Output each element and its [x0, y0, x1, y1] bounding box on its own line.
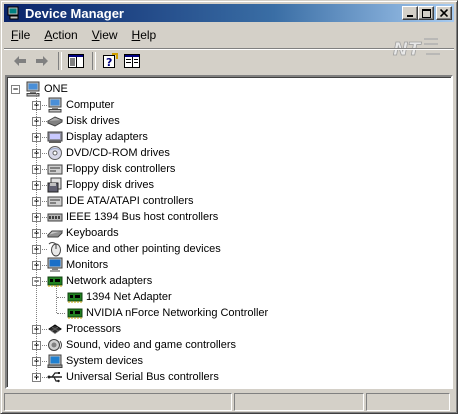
properties-button[interactable] — [122, 51, 142, 71]
tree-item-label: Computer — [66, 99, 115, 111]
tree-item-label: NVIDIA nForce Networking Controller — [86, 307, 269, 319]
forward-arrow-icon — [36, 55, 48, 66]
tree-item-display-adapters[interactable]: Display adapters — [47, 129, 148, 145]
device-tree[interactable]: − ONE + Computer + Disk drives + Display adapte… — [5, 75, 453, 389]
computer-icon — [26, 81, 40, 97]
tree-item-label: IDE ATA/ATAPI controllers — [66, 195, 194, 207]
tree-item-keyboards[interactable]: Keyboards — [47, 225, 119, 241]
tree-item-label: Processors — [66, 323, 122, 335]
floppy-drive-icon — [47, 177, 62, 193]
status-bar — [4, 393, 454, 412]
tree-item-label: Monitors — [66, 259, 109, 271]
controller-icon — [47, 164, 63, 175]
cdrom-icon — [48, 146, 62, 160]
show-hide-tree-button[interactable] — [66, 51, 86, 71]
close-icon — [440, 9, 448, 17]
monitor-icon — [47, 257, 63, 272]
controller-icon — [47, 196, 63, 207]
tree-item-label: Network adapters — [66, 275, 153, 287]
menu-file[interactable]: File — [4, 28, 37, 42]
tree-item-floppy-disk-drives[interactable]: Floppy disk drives — [47, 177, 154, 193]
tree-item-label: IEEE 1394 Bus host controllers — [66, 211, 219, 223]
maximize-icon — [421, 8, 431, 18]
system-icon — [47, 354, 63, 368]
tree-item-ide-ata-atapi-controllers[interactable]: IDE ATA/ATAPI controllers — [47, 193, 194, 209]
device-manager-window: Device Manager FileActionViewHelp NT — [0, 0, 458, 414]
usb-icon — [47, 372, 62, 383]
forward-button[interactable] — [32, 51, 52, 71]
mouse-icon — [48, 242, 61, 257]
network-adapter-icon — [47, 276, 63, 287]
tree-item-nvidia-nforce-networking-controller[interactable]: NVIDIA nForce Networking Controller — [67, 305, 268, 321]
tree-item-disk-drives[interactable]: Disk drives — [47, 113, 120, 129]
tree-item-dvd-cd-rom-drives[interactable]: DVD/CD-ROM drives — [47, 145, 170, 161]
tree-item-processors[interactable]: Processors — [47, 321, 121, 337]
menu-view[interactable]: View — [85, 28, 125, 42]
tree-item-label: 1394 Net Adapter — [86, 291, 172, 303]
tree-item-label: Disk drives — [66, 115, 120, 127]
tree-item-label: ONE — [44, 83, 68, 95]
status-panel-2 — [234, 393, 364, 411]
status-panel-3 — [366, 393, 450, 411]
display-adapter-icon — [47, 131, 63, 143]
network-adapter-icon — [67, 308, 83, 319]
tree-item-root[interactable]: ONE — [25, 81, 68, 97]
minimize-icon — [407, 15, 413, 17]
tree-item-sound-video-and-game-controllers[interactable]: Sound, video and game controllers — [47, 337, 236, 353]
bus-controller-icon — [47, 213, 63, 222]
menu-bar: File Action View Help — [4, 25, 454, 45]
minimize-button[interactable] — [402, 6, 418, 20]
tree-connector-line — [56, 285, 57, 313]
window-title: Device Manager — [25, 5, 124, 21]
menu-help[interactable]: Help — [125, 28, 164, 42]
tree-item-label: Mice and other pointing devices — [66, 243, 221, 255]
svg-text:?: ? — [106, 56, 112, 69]
tree-item-label: Keyboards — [66, 227, 119, 239]
tree-item-label: DVD/CD-ROM drives — [66, 147, 170, 159]
back-arrow-icon — [14, 55, 26, 66]
tree-item-label: Universal Serial Bus controllers — [66, 371, 219, 383]
status-panel-main — [4, 393, 232, 411]
device-manager-app-icon — [7, 6, 19, 20]
tree-item-universal-serial-bus-controllers[interactable]: Universal Serial Bus controllers — [47, 369, 219, 385]
tree-connector-line — [57, 297, 65, 298]
maximize-button[interactable] — [418, 6, 434, 20]
tree-item-label: Floppy disk drives — [66, 179, 155, 191]
tree-item-computer[interactable]: Computer — [47, 97, 114, 113]
toolbar: ? — [4, 48, 454, 72]
toolbar-separator — [92, 51, 96, 70]
tree-item-label: Floppy disk controllers — [66, 163, 176, 175]
tree-item-monitors[interactable]: Monitors — [47, 257, 108, 273]
tree-item-network-adapters[interactable]: Network adapters — [47, 273, 152, 289]
network-adapter-icon — [67, 292, 83, 303]
processor-icon — [48, 324, 62, 335]
keyboard-icon — [47, 230, 63, 238]
tree-item-label: Sound, video and game controllers — [66, 339, 236, 351]
menu-action[interactable]: Action — [37, 28, 84, 42]
collapse-icon[interactable]: − — [11, 85, 20, 94]
toolbar-separator — [58, 51, 62, 70]
sound-icon — [48, 339, 62, 351]
title-bar[interactable]: Device Manager — [4, 4, 454, 22]
tree-item-label: System devices — [66, 355, 144, 367]
tree-item-mice-and-other-pointing-devices[interactable]: Mice and other pointing devices — [47, 241, 221, 257]
disk-drive-icon — [47, 116, 63, 127]
help-button[interactable]: ? — [100, 51, 120, 71]
console-tree-icon — [68, 53, 84, 68]
close-button[interactable] — [436, 6, 452, 20]
computer-icon — [48, 97, 62, 113]
tree-connector-line — [36, 93, 37, 377]
tree-item-floppy-disk-controllers[interactable]: Floppy disk controllers — [47, 161, 175, 177]
tree-connector-line — [57, 313, 65, 314]
back-button[interactable] — [10, 51, 30, 71]
tree-item-1394-net-adapter[interactable]: 1394 Net Adapter — [67, 289, 172, 305]
tree-item-ieee-1394-bus-host-controllers[interactable]: IEEE 1394 Bus host controllers — [47, 209, 218, 225]
help-icon: ? — [103, 52, 118, 69]
properties-icon — [124, 53, 140, 68]
tree-item-system-devices[interactable]: System devices — [47, 353, 143, 369]
tree-item-label: Display adapters — [66, 131, 148, 143]
